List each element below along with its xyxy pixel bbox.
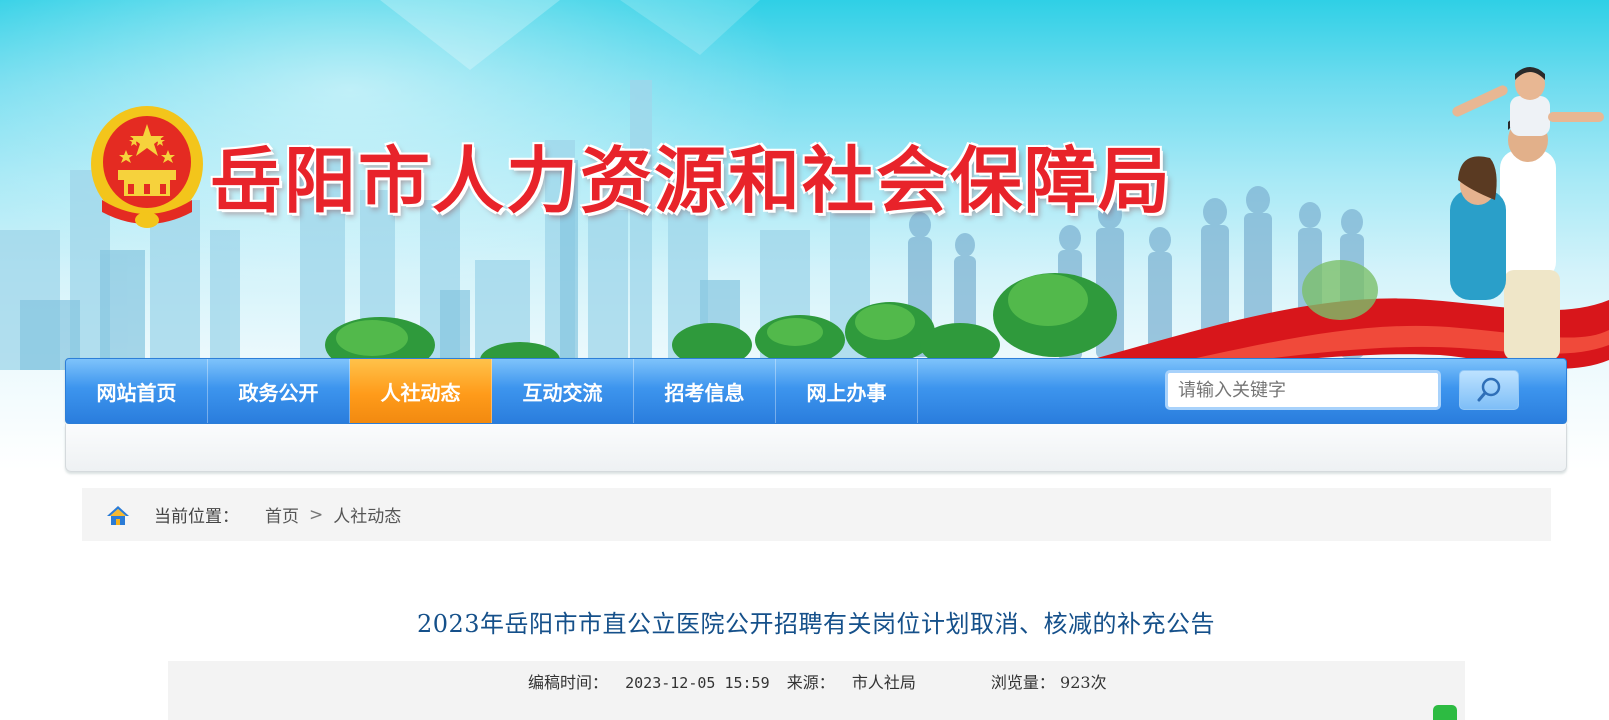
breadcrumb-separator: >: [309, 504, 324, 525]
wechat-icon[interactable]: [1433, 705, 1457, 720]
breadcrumb: 当前位置： 首页 > 人社动态: [82, 488, 1551, 541]
nav-item-online-service[interactable]: 网上办事: [776, 359, 918, 423]
nav-item-gov-affairs[interactable]: 政务公开: [208, 359, 350, 423]
nav-item-interaction[interactable]: 互动交流: [492, 359, 634, 423]
edit-time-label: 编稿时间：: [528, 673, 609, 692]
national-emblem-icon: [91, 106, 203, 228]
source-label: 来源：: [786, 673, 835, 692]
article-title: 2023年岳阳市市直公立医院公开招聘有关岗位计划取消、核减的补充公告: [416, 610, 1216, 638]
breadcrumb-current-link[interactable]: 人社动态: [333, 502, 401, 527]
breadcrumb-label: 当前位置：: [154, 507, 239, 527]
search-icon: [1477, 377, 1501, 402]
article-meta-bar: 编稿时间： 2023-12-05 15:59 来源： 市人社局 浏览量： 923…: [168, 661, 1465, 720]
search-input[interactable]: [1165, 370, 1441, 410]
views-label: 浏览量：: [990, 673, 1055, 692]
breadcrumb-home-link[interactable]: 首页: [265, 502, 299, 527]
views-value: 923次: [1060, 673, 1107, 692]
article-meta: 编稿时间： 2023-12-05 15:59 来源： 市人社局 浏览量： 923…: [528, 669, 1107, 693]
search-button[interactable]: [1459, 370, 1519, 410]
edit-time-value: 2023-12-05 15:59: [625, 674, 770, 692]
main-nav: 网站首页 政务公开 人社动态 互动交流 招考信息 网上办事: [65, 358, 1567, 424]
sub-nav-bar: [65, 424, 1567, 472]
nav-item-home[interactable]: 网站首页: [66, 359, 208, 423]
site-title: 岳阳市人力资源和社会保障局: [210, 138, 1173, 223]
nav-item-hr-news[interactable]: 人社动态: [350, 359, 492, 423]
home-icon[interactable]: [106, 504, 130, 526]
nav-item-exam-info[interactable]: 招考信息: [634, 359, 776, 423]
source-value: 市人社局: [851, 673, 916, 692]
